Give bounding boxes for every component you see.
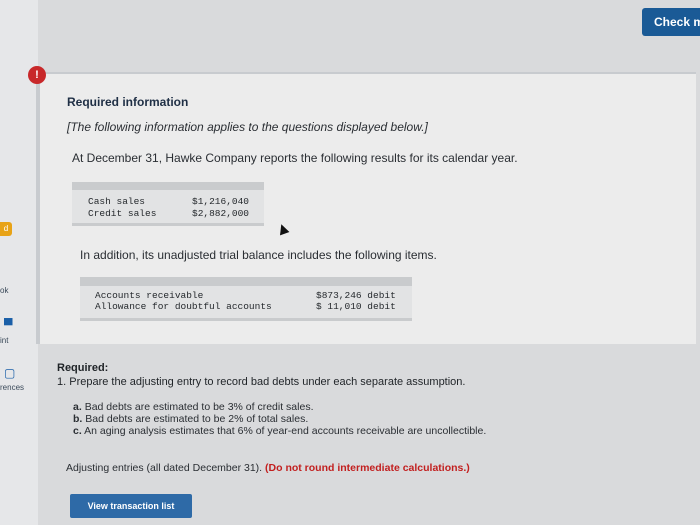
table-cell-label: Allowance for doubtful accounts [95, 301, 272, 312]
table-cell-label: Cash sales [88, 196, 146, 207]
required-step: 1. Prepare the adjusting entry to record… [57, 376, 466, 388]
rail-item-int[interactable]: int [0, 336, 8, 345]
addition-text: In addition, its unadjusted trial balanc… [80, 248, 437, 262]
table-header-band [80, 277, 412, 286]
option-item: c. An aging analysis estimates that 6% o… [73, 425, 486, 437]
table-cell-value: $ 11,010 debit [316, 301, 396, 312]
option-item: a. Bad debts are estimated to be 3% of c… [73, 401, 313, 413]
rail-item-rences[interactable]: rences [0, 383, 24, 392]
option-text: Bad debts are estimated to be 2% of tota… [85, 413, 309, 425]
intro-text: At December 31, Hawke Company reports th… [72, 151, 518, 165]
rounding-warning: (Do not round intermediate calculations.… [265, 462, 470, 474]
option-text: An aging analysis estimates that 6% of y… [84, 425, 487, 437]
table-cell-value: $873,246 debit [316, 290, 396, 301]
info-note: [The following information applies to th… [67, 120, 428, 134]
table-cell-label: Credit sales [88, 208, 157, 219]
adjusting-entries-label: Adjusting entries (all dated December 31… [66, 462, 263, 474]
alert-icon: ! [28, 66, 46, 84]
trial-balance-table: Accounts receivable $873,246 debit Allow… [80, 277, 412, 321]
print-icon[interactable]: ▀ [4, 318, 18, 332]
required-info-title: Required information [67, 95, 189, 109]
sales-table: Cash sales $1,216,040 Credit sales $2,88… [72, 182, 264, 226]
check-my-work-button[interactable]: Check m [642, 8, 700, 36]
option-item: b. Bad debts are estimated to be 2% of t… [73, 413, 308, 425]
table-cell-value: $1,216,040 [192, 196, 250, 207]
option-letter: c. [73, 425, 82, 437]
table-footer-band [72, 223, 264, 226]
option-letter: a. [73, 401, 82, 413]
rail-item-ok[interactable]: ok [0, 286, 8, 295]
table-header-band [72, 182, 264, 190]
references-icon[interactable]: ▢ [4, 366, 18, 380]
view-transaction-list-button[interactable]: View transaction list [70, 494, 192, 518]
adjusting-entries-text: Adjusting entries (all dated December 31… [66, 462, 470, 474]
table-cell-value: $2,882,000 [192, 208, 250, 219]
required-label: Required: [57, 362, 109, 374]
table-cell-label: Accounts receivable [95, 290, 204, 301]
option-text: Bad debts are estimated to be 3% of cred… [84, 401, 314, 413]
rail-badge[interactable]: d [0, 222, 12, 236]
table-footer-band [80, 318, 412, 321]
option-letter: b. [73, 413, 83, 425]
